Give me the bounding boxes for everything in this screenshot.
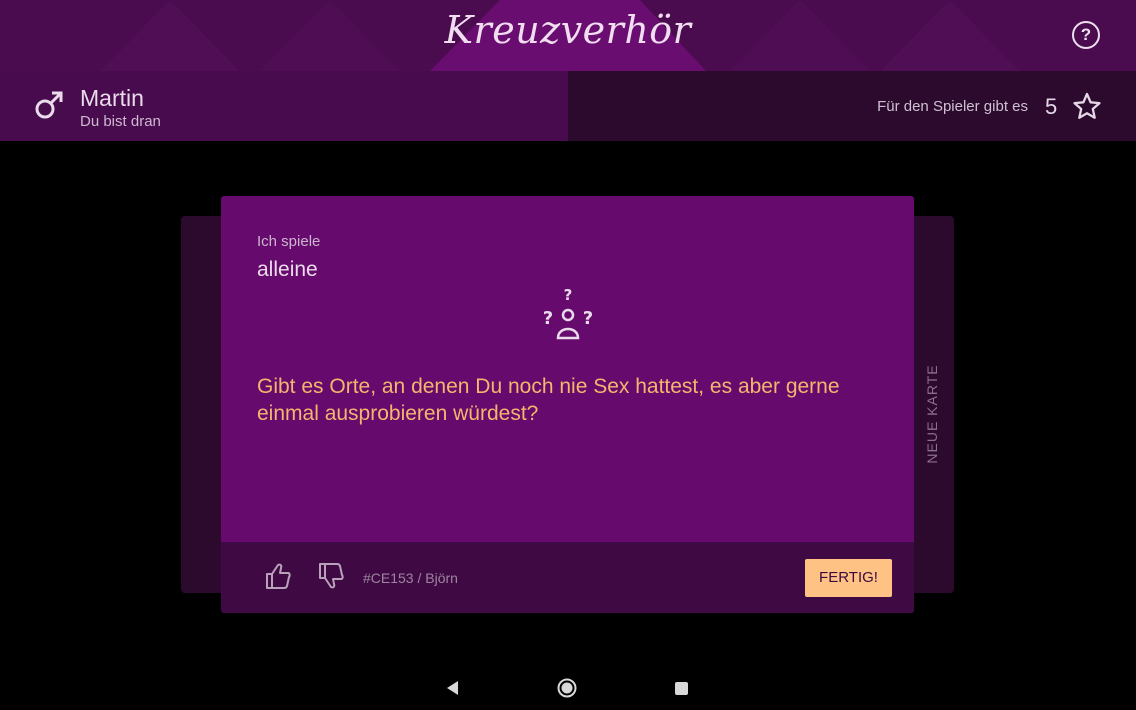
male-icon xyxy=(35,91,63,119)
current-player-panel: Martin Du bist dran xyxy=(0,71,568,141)
svg-text:?: ? xyxy=(583,308,593,329)
question-card: Ich spiele alleine ? ? ? Gibt es Orte, a… xyxy=(221,196,914,613)
svg-text:?: ? xyxy=(564,286,573,304)
app-header: Kreuzverhör ? xyxy=(0,0,1136,71)
player-name: Martin xyxy=(80,85,144,111)
mode-value: alleine xyxy=(257,258,318,281)
player-status: Du bist dran xyxy=(80,113,161,130)
svg-text:?: ? xyxy=(543,308,553,329)
mode-label: Ich spiele xyxy=(257,233,321,250)
done-button[interactable]: FERTIG! xyxy=(805,559,892,597)
new-card-label[interactable]: NEUE KARTE xyxy=(924,349,944,479)
thumbs-down-icon[interactable] xyxy=(318,562,344,590)
points-value: 5 xyxy=(1045,94,1058,119)
person-question-icon: ? ? ? xyxy=(543,286,593,340)
card-footer: #CE153 / Björn FERTIG! xyxy=(221,542,914,613)
player-bar: Martin Du bist dran Für den Spieler gibt… xyxy=(0,71,1136,141)
help-circle-icon: ? xyxy=(1080,25,1092,44)
card-reference: #CE153 / Björn xyxy=(363,570,458,586)
app-screen: Kreuzverhör ? Martin Du bist dran Für de… xyxy=(0,0,1136,710)
back-triangle-icon[interactable] xyxy=(445,680,461,696)
thumbs-up-icon[interactable] xyxy=(265,562,291,590)
points-label: Für den Spieler gibt es xyxy=(877,98,1028,115)
help-button[interactable]: ? xyxy=(1072,21,1100,49)
home-circle-icon[interactable] xyxy=(557,678,577,698)
star-icon xyxy=(1073,92,1101,119)
app-title: Kreuzverhör xyxy=(444,8,692,52)
recent-square-icon[interactable] xyxy=(675,682,688,695)
question-text: Gibt es Orte, an denen Du noch nie Sex h… xyxy=(257,375,840,425)
